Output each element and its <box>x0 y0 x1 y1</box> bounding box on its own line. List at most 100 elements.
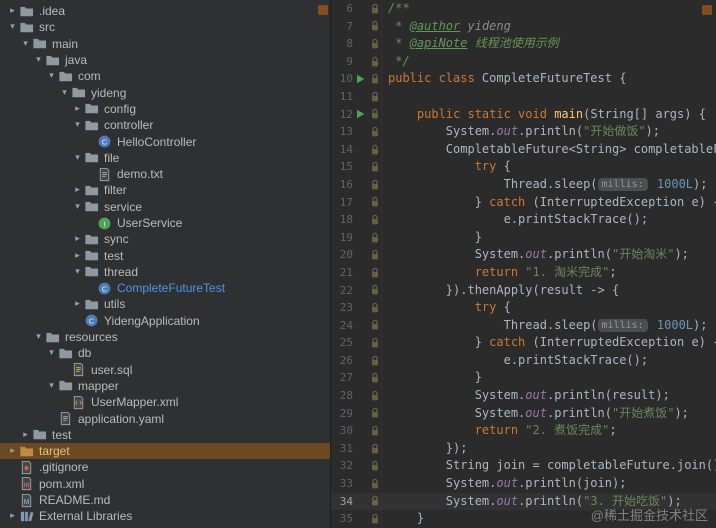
line-number[interactable]: 20 <box>331 246 353 264</box>
tree-item-test[interactable]: ▸test <box>0 247 330 263</box>
tree-item-file[interactable]: ▾file <box>0 150 330 166</box>
line-number[interactable]: 23 <box>331 299 353 317</box>
chevron-down-icon[interactable]: ▾ <box>45 68 58 84</box>
line-number[interactable]: 26 <box>331 352 353 370</box>
code-line-31[interactable]: 31 }); <box>331 440 716 458</box>
line-number[interactable]: 10 <box>331 70 353 88</box>
tree-item-java[interactable]: ▾java <box>0 52 330 68</box>
chevron-down-icon[interactable]: ▾ <box>71 117 84 133</box>
tree-item-mapper[interactable]: ▾mapper <box>0 378 330 394</box>
code-line-23[interactable]: 23 try { <box>331 299 716 317</box>
code-line-17[interactable]: 17 } catch (InterruptedException e) { <box>331 194 716 212</box>
chevron-down-icon[interactable]: ▾ <box>32 52 45 68</box>
line-number[interactable]: 8 <box>331 35 353 53</box>
chevron-down-icon[interactable]: ▾ <box>71 150 84 166</box>
line-number[interactable]: 28 <box>331 387 353 405</box>
line-number[interactable]: 22 <box>331 282 353 300</box>
code-line-25[interactable]: 25 } catch (InterruptedException e) { <box>331 334 716 352</box>
tree-item-controller[interactable]: ▾controller <box>0 117 330 133</box>
code-line-33[interactable]: 33 System.out.println(join); <box>331 475 716 493</box>
run-button[interactable] <box>353 74 368 84</box>
chevron-right-icon[interactable]: ▸ <box>71 296 84 312</box>
line-number[interactable]: 18 <box>331 211 353 229</box>
tree-item-main[interactable]: ▾main <box>0 36 330 52</box>
chevron-down-icon[interactable]: ▾ <box>58 85 71 101</box>
tree-item-service[interactable]: ▾service <box>0 199 330 215</box>
chevron-down-icon[interactable]: ▾ <box>19 36 32 52</box>
code-line-9[interactable]: 9 */ <box>331 53 716 71</box>
tree-item-external-libraries[interactable]: ▸External Libraries <box>0 508 330 524</box>
code-line-21[interactable]: 21 return "1. 淘米完成"; <box>331 264 716 282</box>
code-line-19[interactable]: 19 } <box>331 229 716 247</box>
chevron-down-icon[interactable]: ▾ <box>45 345 58 361</box>
tree-item-application-yaml[interactable]: application.yaml <box>0 410 330 426</box>
tree-item-resources[interactable]: ▾resources <box>0 329 330 345</box>
code-line-12[interactable]: 12 public static void main(String[] args… <box>331 106 716 124</box>
code-line-10[interactable]: 10public class CompleteFutureTest { <box>331 70 716 88</box>
line-number[interactable]: 21 <box>331 264 353 282</box>
tree-item-idea[interactable]: ▸.idea <box>0 3 330 19</box>
tree-item-gitignore[interactable]: .gitignore <box>0 459 330 475</box>
tree-item-sync[interactable]: ▸sync <box>0 231 330 247</box>
line-number[interactable]: 29 <box>331 405 353 423</box>
line-number[interactable]: 16 <box>331 176 353 194</box>
code-line-32[interactable]: 32 String join = completableFuture.join(… <box>331 457 716 475</box>
tree-item-utils[interactable]: ▸utils <box>0 296 330 312</box>
line-number[interactable]: 24 <box>331 317 353 335</box>
tree-item-src[interactable]: ▾src <box>0 19 330 35</box>
line-number[interactable]: 35 <box>331 510 353 528</box>
tree-item-yidengapplication[interactable]: CYidengApplication <box>0 313 330 329</box>
chevron-down-icon[interactable]: ▾ <box>45 378 58 394</box>
code-line-27[interactable]: 27 } <box>331 369 716 387</box>
line-number[interactable]: 7 <box>331 18 353 36</box>
code-line-26[interactable]: 26 e.printStackTrace(); <box>331 352 716 370</box>
code-line-16[interactable]: 16 Thread.sleep(millis: 1000L); <box>331 176 716 194</box>
chevron-right-icon[interactable]: ▸ <box>71 248 84 264</box>
tree-item-thread[interactable]: ▾thread <box>0 264 330 280</box>
tree-item-demo-txt[interactable]: demo.txt <box>0 166 330 182</box>
tree-item-yideng[interactable]: ▾yideng <box>0 84 330 100</box>
code-line-7[interactable]: 7 * @author yideng <box>331 18 716 36</box>
tree-item-config[interactable]: ▸config <box>0 101 330 117</box>
code-editor[interactable]: 6/**7 * @author yideng8 * @apiNote 线程池使用… <box>330 0 716 528</box>
tree-item-completefuturetest[interactable]: CCompleteFutureTest <box>0 280 330 296</box>
chevron-right-icon[interactable]: ▸ <box>6 508 19 524</box>
code-line-29[interactable]: 29 System.out.println("开始煮饭"); <box>331 405 716 423</box>
tree-item-filter[interactable]: ▸filter <box>0 182 330 198</box>
line-number[interactable]: 6 <box>331 0 353 18</box>
code-line-6[interactable]: 6/** <box>331 0 716 18</box>
chevron-right-icon[interactable]: ▸ <box>6 3 19 19</box>
chevron-down-icon[interactable]: ▾ <box>32 329 45 345</box>
code-line-28[interactable]: 28 System.out.println(result); <box>331 387 716 405</box>
line-number[interactable]: 17 <box>331 194 353 212</box>
code-line-11[interactable]: 11 <box>331 88 716 106</box>
code-line-14[interactable]: 14 CompletableFuture<String> completable… <box>331 141 716 159</box>
line-number[interactable]: 11 <box>331 88 353 106</box>
chevron-right-icon[interactable]: ▸ <box>6 443 19 459</box>
tree-item-readme-md[interactable]: MREADME.md <box>0 492 330 508</box>
chevron-right-icon[interactable]: ▸ <box>71 101 84 117</box>
run-button[interactable] <box>353 109 368 119</box>
line-number[interactable]: 32 <box>331 457 353 475</box>
line-number[interactable]: 12 <box>331 106 353 124</box>
chevron-down-icon[interactable]: ▾ <box>71 264 84 280</box>
chevron-right-icon[interactable]: ▸ <box>71 182 84 198</box>
line-number[interactable]: 15 <box>331 158 353 176</box>
line-number[interactable]: 9 <box>331 53 353 71</box>
line-number[interactable]: 33 <box>331 475 353 493</box>
tree-item-usermapper-xml[interactable]: UserMapper.xml <box>0 394 330 410</box>
tree-item-com[interactable]: ▾com <box>0 68 330 84</box>
line-number[interactable]: 25 <box>331 334 353 352</box>
code-line-30[interactable]: 30 return "2. 煮饭完成"; <box>331 422 716 440</box>
tree-item-target[interactable]: ▸target <box>0 443 330 459</box>
tree-item-userservice[interactable]: IUserService <box>0 215 330 231</box>
code-line-13[interactable]: 13 System.out.println("开始做饭"); <box>331 123 716 141</box>
line-number[interactable]: 27 <box>331 369 353 387</box>
tree-item-db[interactable]: ▾db <box>0 345 330 361</box>
tree-item-hellocontroller[interactable]: CHelloController <box>0 133 330 149</box>
line-number[interactable]: 13 <box>331 123 353 141</box>
code-line-8[interactable]: 8 * @apiNote 线程池使用示例 <box>331 35 716 53</box>
chevron-down-icon[interactable]: ▾ <box>71 199 84 215</box>
chevron-down-icon[interactable]: ▾ <box>6 19 19 35</box>
code-line-15[interactable]: 15 try { <box>331 158 716 176</box>
